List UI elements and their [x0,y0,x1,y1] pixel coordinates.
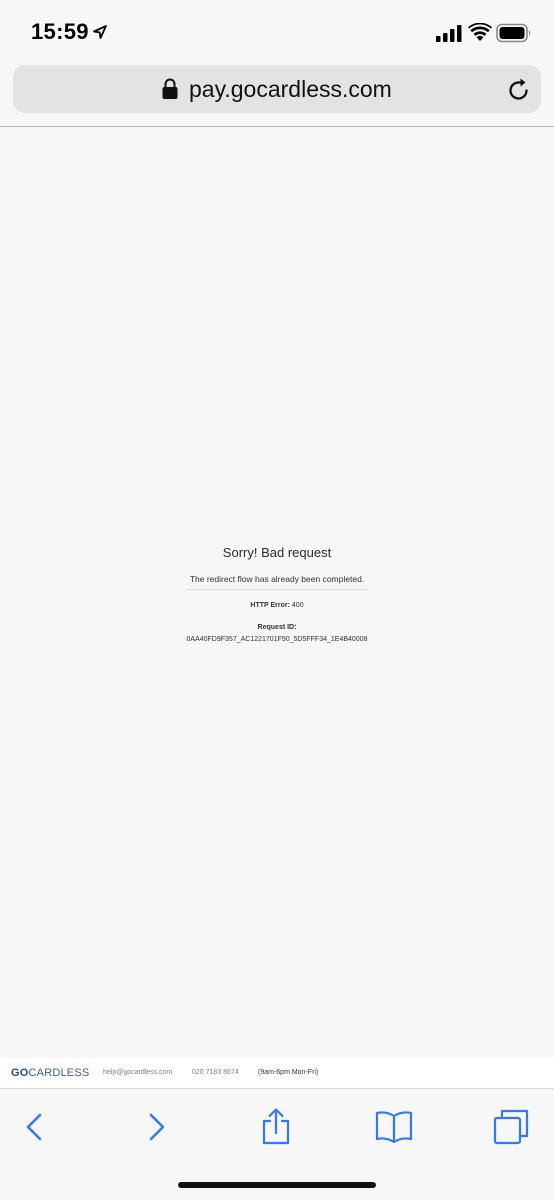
forward-arrow-icon[interactable] [137,1107,177,1147]
error-divider [186,589,368,590]
wifi-icon [468,23,492,41]
error-title: Sorry! Bad request [222,545,332,560]
support-hours: (9am-6pm Mon-Fri) [258,1069,319,1076]
status-time: 15:59 [31,19,89,44]
cellular-signal-icon [436,25,462,42]
web-page-content: Sorry! Bad request The redirect flow has… [0,127,554,1057]
gocardless-logo: GOCARDLESS [11,1067,89,1079]
support-email-link[interactable]: help@gocardless.com [103,1069,172,1076]
battery-icon [496,23,531,43]
http-error: HTTP Error: 400 [0,601,554,610]
logo-cardless: CARDLESS [28,1067,90,1079]
logo-go: GO [11,1067,29,1079]
reload-icon[interactable] [507,77,531,102]
url-text[interactable]: pay.gocardless.com [189,76,392,103]
request-id-label: Request ID: [257,624,297,631]
location-arrow-icon [93,25,107,39]
safari-screen: 15:59 pay.gocardless.com Sorry! Bad requ… [0,0,554,1200]
gocardless-footer: GOCARDLESS help@gocardless.com 020 7183 … [0,1058,554,1089]
error-box: Sorry! Bad request The redirect flow has… [0,545,554,644]
share-icon[interactable] [256,1107,296,1147]
lock-icon [162,78,178,99]
tabs-icon[interactable] [491,1107,531,1147]
safari-toolbar [0,1089,554,1200]
address-bar-container: pay.gocardless.com [0,62,554,127]
request-id-value: 0AA40FD9F357_AC1221701F90_5D5FFF34_1E4B4… [186,636,368,643]
address-bar[interactable]: pay.gocardless.com [13,65,541,113]
bookmarks-icon[interactable] [374,1107,414,1147]
status-bar: 15:59 [0,0,554,62]
back-arrow-icon[interactable] [16,1107,56,1147]
error-message: The redirect flow has already been compl… [189,574,365,584]
http-error-code: 400 [291,602,304,609]
support-phone-link[interactable]: 020 7183 8674 [192,1069,239,1076]
http-error-label: HTTP Error: [250,602,290,609]
home-indicator[interactable] [178,1182,376,1188]
